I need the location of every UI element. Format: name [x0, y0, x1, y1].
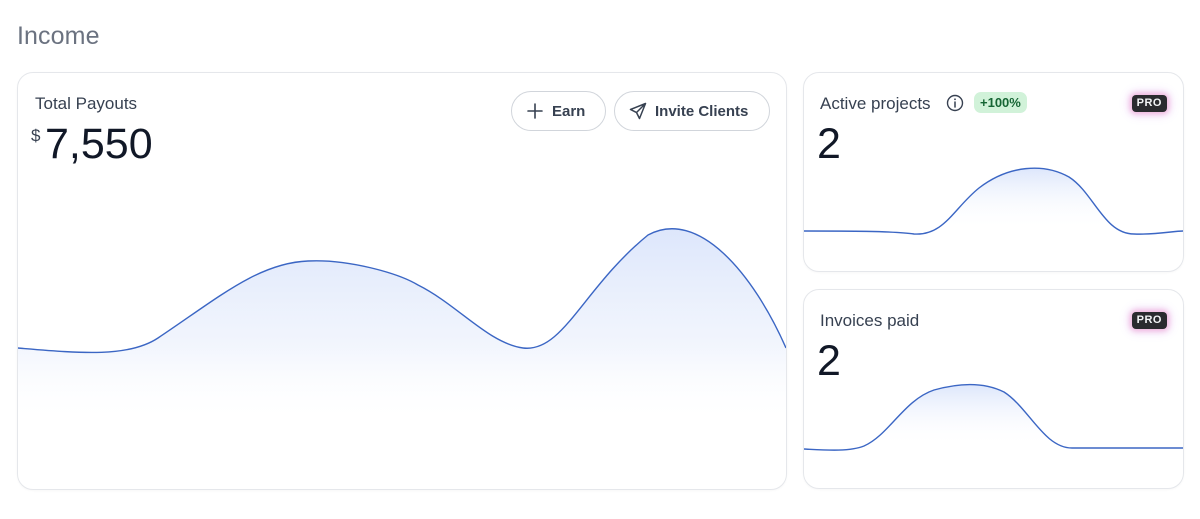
- active-projects-value: 2: [817, 120, 841, 168]
- invite-clients-label: Invite Clients: [655, 102, 749, 120]
- active-projects-label: Active projects: [820, 94, 931, 113]
- invoices-paid-chart: [804, 383, 1183, 488]
- earn-button-label: Earn: [552, 102, 586, 120]
- active-projects-card: Active projects +100% PRO 2: [803, 72, 1184, 272]
- info-icon[interactable]: [946, 94, 964, 112]
- paper-plane-icon: [629, 102, 647, 120]
- active-projects-chart: [804, 167, 1183, 271]
- invite-clients-button[interactable]: Invite Clients: [614, 91, 770, 131]
- invoices-paid-chart-area: [804, 384, 1183, 488]
- active-projects-chart-area: [804, 168, 1183, 271]
- pro-badge: PRO: [1131, 312, 1167, 329]
- currency-symbol: $: [31, 126, 41, 145]
- total-payouts-value: 7,550: [45, 120, 153, 168]
- invoices-paid-value: 2: [817, 337, 841, 385]
- total-payouts-card: Total Payouts $ 7,550 Earn Invite Client…: [17, 72, 787, 490]
- payouts-chart: [18, 228, 786, 489]
- page-title: Income: [17, 22, 100, 50]
- invoices-paid-label: Invoices paid: [820, 311, 920, 330]
- plus-icon: [526, 102, 544, 120]
- payouts-chart-area: [18, 228, 786, 489]
- earn-button[interactable]: Earn: [511, 91, 606, 131]
- growth-badge: +100%: [974, 92, 1027, 113]
- total-payouts-label: Total Payouts: [35, 94, 138, 113]
- invoices-paid-card: Invoices paid PRO 2: [803, 289, 1184, 489]
- pro-badge: PRO: [1131, 95, 1167, 112]
